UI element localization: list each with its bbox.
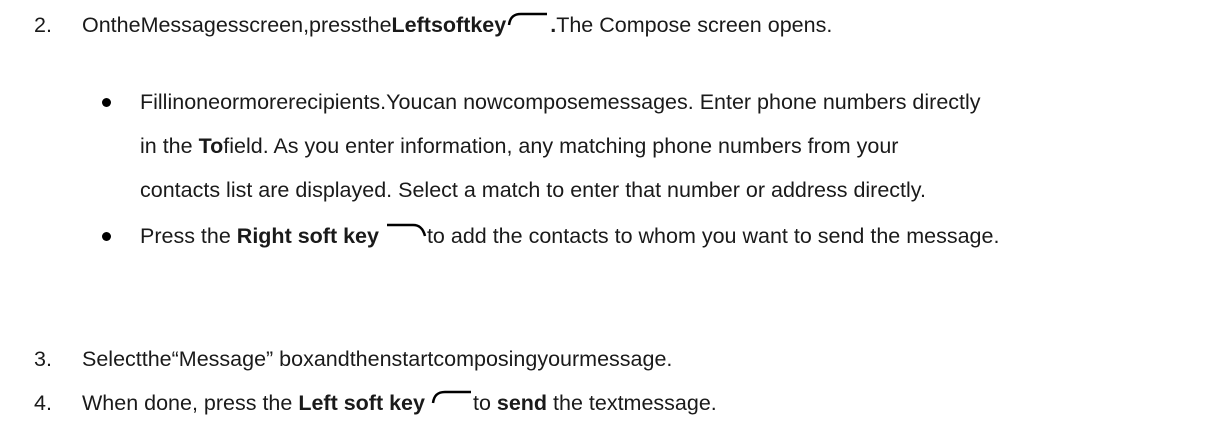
step-text: the textmessage. <box>547 391 717 415</box>
bullet-line: Fillinoneormorerecipients.Youcan nowcomp… <box>140 90 981 114</box>
step-text: to <box>472 391 497 415</box>
to-field-label: To <box>198 134 224 158</box>
right-soft-key-icon <box>385 223 427 237</box>
bullet-line: in the Tofield. As you enter information… <box>140 133 898 159</box>
step-bold: Leftsoftkey <box>391 13 507 37</box>
step-text: Selectthe“Message” boxandthenstartcompos… <box>82 347 673 371</box>
step-2-line: 2. OntheMessagesscreen,presstheLeftsoftke… <box>34 12 832 38</box>
step-4-line: 4. When done, press the Left soft key to s… <box>34 390 717 416</box>
step-text: OntheMessagesscreen,pressthe <box>82 13 392 37</box>
step-text: When done, press the <box>82 391 299 415</box>
step-number: 2. <box>34 13 52 37</box>
bullet-dot <box>102 232 111 241</box>
bullet-dot <box>102 98 111 107</box>
bullet-line: Press the Right soft key to add the conta… <box>140 223 999 249</box>
step-text: The Compose screen opens. <box>556 13 833 37</box>
left-soft-key-icon <box>431 390 473 404</box>
step-number: 3. <box>34 347 52 371</box>
step-3-line: 3. Selectthe“Message” boxandthenstartcomp… <box>34 346 672 372</box>
right-soft-key-label: Right soft key <box>236 224 379 248</box>
text: field. As you enter information, any mat… <box>223 134 899 158</box>
text: in the <box>140 134 199 158</box>
left-soft-key-icon <box>507 12 549 26</box>
left-soft-key-label: Left soft key <box>298 391 425 415</box>
send-label: send <box>496 391 548 415</box>
bullet-line: contacts list are displayed. Select a ma… <box>140 178 926 202</box>
text: to add the contacts to whom you want to … <box>426 224 1000 248</box>
text: Press the <box>140 224 237 248</box>
step-number: 4. <box>34 391 52 415</box>
